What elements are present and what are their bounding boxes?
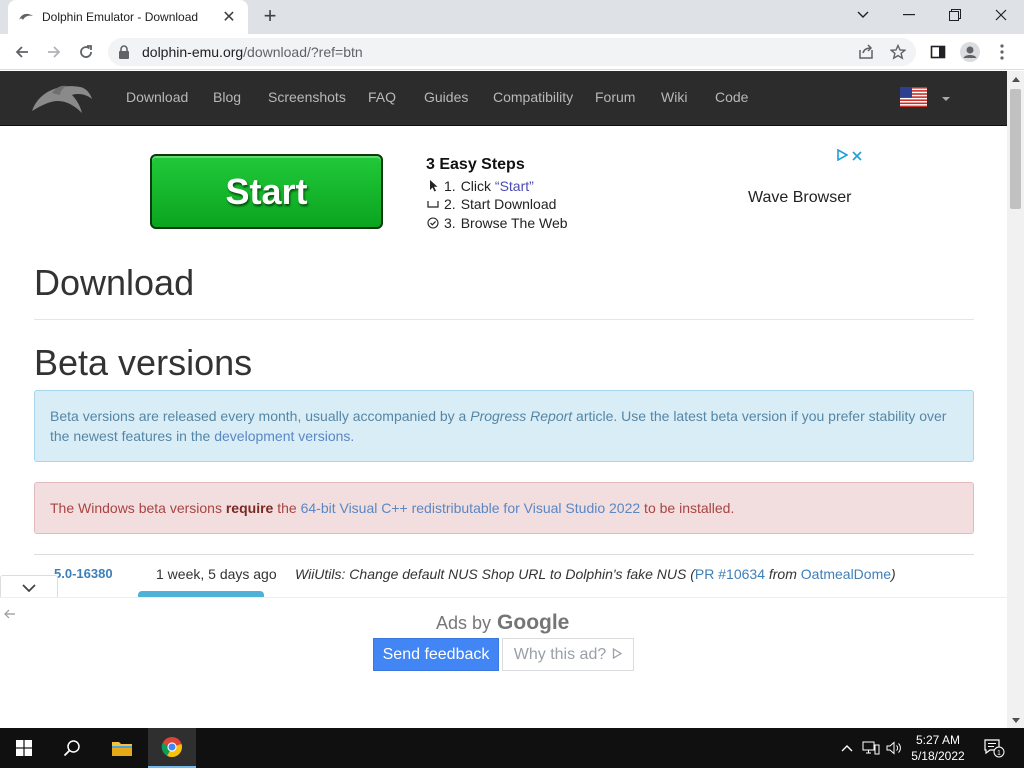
send-feedback-button[interactable]: Send feedback <box>373 638 499 671</box>
nav-guides-link[interactable]: Guides <box>424 89 468 105</box>
table-row: 5.0-16380 1 week, 5 days ago WiiUtils: C… <box>34 564 974 588</box>
new-tab-button[interactable]: + <box>258 4 282 28</box>
forward-arrow-icon[interactable] <box>42 40 66 64</box>
nav-faq-link[interactable]: FAQ <box>368 89 396 105</box>
browser-toolbar: dolphin-emu.org/download/?ref=btn <box>0 34 1024 70</box>
release-description: WiiUtils: Change default NUS Shop URL to… <box>295 566 896 582</box>
minimize-icon[interactable] <box>886 0 932 30</box>
address-bar[interactable]: dolphin-emu.org/download/?ref=btn <box>108 38 916 66</box>
taskbar-clock[interactable]: 5:27 AM 5/18/2022 <box>906 732 970 764</box>
network-icon[interactable] <box>862 740 880 756</box>
nav-compatibility-link[interactable]: Compatibility <box>493 89 573 105</box>
scroll-up-icon[interactable] <box>1007 71 1024 87</box>
volume-icon[interactable] <box>886 740 904 756</box>
profile-avatar-icon[interactable] <box>958 40 982 64</box>
ad-steps-title: 3 Easy Steps <box>426 156 525 173</box>
adchoices-icon[interactable] <box>836 148 849 166</box>
cursor-pointer-icon <box>426 180 440 192</box>
divider <box>34 319 974 320</box>
dolphin-favicon-icon <box>18 9 34 25</box>
vcredist-link[interactable]: 64-bit Visual C++ redistributable for Vi… <box>301 500 641 516</box>
language-dropdown-caret-icon[interactable] <box>942 97 950 101</box>
reload-icon[interactable] <box>74 40 98 64</box>
pr-link[interactable]: PR #10634 <box>695 566 765 582</box>
adchoices-icon <box>612 646 623 664</box>
file-explorer-icon[interactable] <box>98 728 146 768</box>
browser-menu-icon[interactable] <box>990 40 1014 64</box>
download-tray-icon <box>426 200 440 208</box>
bookmark-star-icon[interactable] <box>886 40 910 64</box>
author-link[interactable]: OatmealDome <box>801 566 891 582</box>
ad-start-button[interactable]: Start <box>150 154 383 229</box>
side-panel-icon[interactable] <box>926 40 950 64</box>
scrollbar-thumb[interactable] <box>1010 89 1021 209</box>
chrome-taskbar-icon[interactable] <box>148 728 196 768</box>
nav-forum-link[interactable]: Forum <box>595 89 635 105</box>
collapse-ad-button[interactable] <box>0 575 58 599</box>
nav-download-link[interactable]: Download <box>126 89 188 105</box>
nav-code-link[interactable]: Code <box>715 89 748 105</box>
lock-icon[interactable] <box>118 45 132 59</box>
scroll-down-icon[interactable] <box>1007 712 1024 728</box>
search-icon[interactable] <box>48 728 96 768</box>
release-age: 1 week, 5 days ago <box>156 566 277 582</box>
tab-title: Dolphin Emulator - Download <box>42 10 199 24</box>
back-arrow-icon[interactable] <box>10 40 34 64</box>
tab-close-icon[interactable]: ✕ <box>220 7 238 27</box>
url-text: dolphin-emu.org/download/?ref=btn <box>142 44 363 60</box>
windows-taskbar: 5:27 AM 5/18/2022 1 <box>0 728 1024 768</box>
nav-screenshots-link[interactable]: Screenshots <box>268 89 346 105</box>
page-scrollbar[interactable] <box>1007 71 1024 728</box>
why-this-ad-button[interactable]: Why this ad? <box>502 638 634 671</box>
tab-search-icon[interactable] <box>840 0 886 30</box>
close-ad-icon[interactable] <box>852 148 862 166</box>
ad-step-2: 2. Start Download <box>426 196 556 212</box>
notification-count: 1 <box>997 750 1001 757</box>
browser-tab[interactable]: Dolphin Emulator - Download ✕ <box>8 0 248 34</box>
browser-tab-bar: Dolphin Emulator - Download ✕ + <box>0 0 1024 34</box>
beta-versions-heading: Beta versions <box>34 342 253 383</box>
close-window-icon[interactable] <box>978 0 1024 30</box>
ads-by-google: Ads by Google <box>436 611 570 634</box>
google-logo: Google <box>497 611 570 634</box>
chevron-down-icon <box>22 579 36 597</box>
check-circle-icon <box>426 217 440 229</box>
ad-step-1: 1. Click “Start” <box>426 178 534 194</box>
nav-wiki-link[interactable]: Wiki <box>661 89 687 105</box>
nav-blog-link[interactable]: Blog <box>213 89 241 105</box>
ad-advertiser-name[interactable]: Wave Browser <box>748 189 851 207</box>
vcredist-warning-alert: The Windows beta versions require the 64… <box>34 482 974 534</box>
chevron-up-icon[interactable] <box>838 740 856 756</box>
beta-info-alert: Beta versions are released every month, … <box>34 390 974 462</box>
release-version-link[interactable]: 5.0-16380 <box>54 566 113 581</box>
adchoices[interactable] <box>836 148 862 166</box>
us-flag-icon[interactable] <box>900 87 927 107</box>
site-navbar: Download Blog Screenshots FAQ Guides Com… <box>0 71 1007 126</box>
ad-step-3: 3. Browse The Web <box>426 215 568 231</box>
share-icon[interactable] <box>854 40 878 64</box>
restore-icon[interactable] <box>932 0 978 30</box>
divider <box>34 554 974 555</box>
page-title: Download <box>34 262 195 303</box>
development-versions-link[interactable]: development versions. <box>214 428 354 444</box>
ad-banner[interactable]: Start 3 Easy Steps 1. Click “Start” 2. S… <box>0 126 1007 246</box>
dolphin-logo-icon[interactable] <box>30 81 94 115</box>
notifications-icon[interactable]: 1 <box>982 738 1006 758</box>
ad-back-arrow-icon[interactable] <box>4 606 16 622</box>
windows-start-icon[interactable] <box>0 728 48 768</box>
